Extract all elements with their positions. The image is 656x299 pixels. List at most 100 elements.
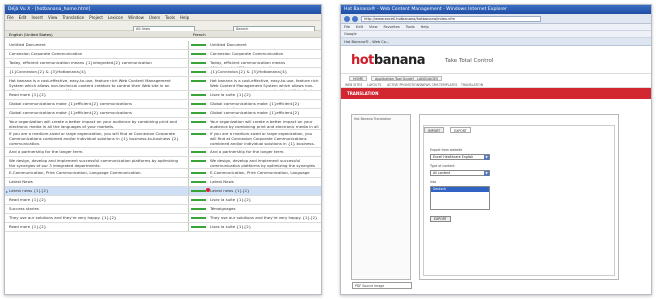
table-row[interactable]: Today, efficient communication means {1}… (5, 59, 321, 68)
table-row[interactable]: Read more {1}{2} Lisez la suite {1}{2} (5, 223, 321, 232)
menu-item[interactable]: File (344, 25, 350, 29)
menu-item[interactable]: Translation (62, 15, 84, 20)
target-cell[interactable]: Today, efficient communication means {1}… (210, 60, 319, 67)
source-cell[interactable]: They use our solutions and they're very … (9, 215, 185, 220)
menu-item[interactable]: Tools (165, 15, 175, 20)
target-cell[interactable]: And a partnership for the longer term. (210, 149, 319, 154)
source-cell[interactable]: Your organization will create a better i… (9, 119, 185, 129)
language-option[interactable]: Deutsch (431, 187, 489, 192)
table-row[interactable]: Global communications make {1}efficient{… (5, 100, 321, 109)
link-templates[interactable]: TEMPLATES (439, 83, 457, 87)
target-cell[interactable]: Global communications make {1}efficient{… (210, 110, 319, 117)
target-cell[interactable]: Hot banana is a cost-effective, easy-to-… (210, 78, 319, 90)
menu-item[interactable]: Help (180, 15, 189, 20)
left-panel-footer[interactable]: PDF Source Image (352, 282, 412, 289)
tab-home[interactable]: HOME (349, 76, 368, 81)
target-cell[interactable]: Lisez la suite {1}{2} (210, 92, 319, 97)
menu-item[interactable]: File (7, 15, 14, 20)
menu-item[interactable]: View (48, 15, 58, 20)
source-cell[interactable]: If you are a medium-sized or large organ… (9, 131, 185, 146)
link-promotions[interactable]: ACTIVE PROMOTIONS (387, 83, 421, 87)
target-cell[interactable]: Témoignages (210, 206, 319, 211)
target-cell[interactable]: Connexion Corporate Communication (210, 51, 319, 56)
google-label[interactable]: Google (344, 32, 357, 36)
table-row[interactable]: Latest News Latest News (5, 178, 321, 187)
link-news[interactable]: NEWS CMS (421, 83, 439, 87)
table-row[interactable]: They use our solutions and they're very … (5, 214, 321, 223)
target-cell[interactable]: Untitled Document (210, 42, 319, 47)
source-cell[interactable]: Latest News (9, 179, 185, 184)
menu-item[interactable]: Window (128, 15, 144, 20)
target-cell[interactable]: Global communications make {1}efficient{… (210, 101, 319, 108)
source-cell[interactable]: Hot banana is a cost-effective, easy-to-… (9, 78, 185, 90)
link-web-sites[interactable]: WEB SITES (345, 83, 362, 87)
table-row[interactable]: Your organization will create a better i… (5, 118, 321, 130)
language-list[interactable]: Deutsch (430, 186, 490, 210)
source-cell[interactable]: Latest news {1}{2} (9, 188, 185, 193)
source-cell[interactable]: Global communications make {1}efficient{… (9, 101, 185, 106)
url-input[interactable]: http://www.excell.hotbanana/hotbanana/in… (361, 16, 541, 22)
source-cell[interactable]: Untitled Document (9, 42, 185, 47)
link-layouts[interactable]: LAYOUTS (367, 83, 381, 87)
source-cell[interactable]: E-Communication, Print Communication, La… (9, 170, 185, 175)
menu-item[interactable]: Tools (406, 25, 415, 29)
menu-item[interactable]: Insert (31, 15, 42, 20)
table-row[interactable]: And a partnership for the longer term. An… (5, 148, 321, 157)
target-cell[interactable]: {1}Connexion{2} & {3}Hotbanana{4} (210, 69, 319, 74)
table-row[interactable]: E-Communication, Print Communication, La… (5, 169, 321, 178)
table-row[interactable]: We design, develop and implement success… (5, 157, 321, 169)
target-cell[interactable]: Lisez la suite {1}{2} (210, 224, 319, 229)
source-cell[interactable]: Read more {1}{2} (9, 224, 185, 229)
source-cell[interactable]: Read more {1}{2} (9, 197, 185, 202)
tab-languages[interactable]: LANGUAGES (413, 76, 443, 81)
back-icon[interactable] (344, 16, 350, 22)
source-column-header: English (United States) (9, 32, 53, 37)
menu-item[interactable]: View (369, 25, 378, 29)
target-cell[interactable]: Latest news {1}{2} (210, 188, 319, 193)
column-header: English (United States) French (5, 31, 321, 38)
menu-item[interactable]: Lexicon (108, 15, 123, 20)
menu-item[interactable]: Help (421, 25, 429, 29)
source-cell[interactable]: {1}Connexion{2} & {3}Hotbanana{4} (9, 69, 185, 74)
target-cell[interactable]: E-Communication, Print Communication, La… (210, 170, 319, 177)
target-cell[interactable]: Your organization will create a better i… (210, 119, 319, 129)
target-cell[interactable]: Lisez la suite {1}{2} (210, 197, 319, 202)
table-row[interactable]: {1}Connexion{2} & {3}Hotbanana{4} {1}Conn… (5, 68, 321, 77)
source-cell[interactable]: And a partnership for the longer term. (9, 149, 185, 154)
target-column-header: French (193, 32, 206, 37)
table-row[interactable]: Hot banana is a cost-effective, easy-to-… (5, 77, 321, 91)
source-cell[interactable]: Connexion Corporate Communication (9, 51, 185, 56)
target-cell[interactable]: If you are a medium-sized or large organ… (210, 131, 319, 147)
forward-icon[interactable] (352, 16, 358, 22)
table-row[interactable]: Untitled Document Untitled Document (5, 41, 321, 50)
target-cell[interactable]: We design, develop and implement success… (210, 158, 319, 168)
table-row[interactable]: ▸ Latest news {1}{2} Latest news {1}{2} (5, 187, 321, 196)
table-row[interactable]: Read more {1}{2} Lisez la suite {1}{2} (5, 91, 321, 100)
table-row[interactable]: If you are a medium-sized or large organ… (5, 130, 321, 148)
type-select[interactable]: All content ▼ (430, 170, 490, 176)
source-cell[interactable]: Today, efficient communication means {1}… (9, 60, 185, 65)
column-divider (188, 223, 189, 231)
menu-item[interactable]: Favorites (384, 25, 400, 29)
link-translation[interactable]: TRANSLATION (461, 83, 483, 87)
table-row[interactable]: Global communications make {1}efficient{… (5, 109, 321, 118)
source-cell[interactable]: Read more {1}{2} (9, 92, 185, 97)
menu-item[interactable]: Users (149, 15, 160, 20)
table-row[interactable]: Success stories Témoignages (5, 205, 321, 214)
source-cell[interactable]: Global communications make {1}efficient{… (9, 110, 185, 115)
table-row[interactable]: Read more {1}{2} Lisez la suite {1}{2} (5, 196, 321, 205)
target-cell[interactable]: Latest News (210, 179, 319, 184)
export-button[interactable]: EXPORT (430, 216, 451, 222)
target-cell[interactable]: They use our solutions and they're very … (210, 215, 319, 220)
menu-item[interactable]: Edit (19, 15, 27, 20)
tab-app-guide[interactable]: Application Tool Guide (371, 76, 417, 81)
menu-item[interactable]: Project (89, 15, 103, 20)
screenshot-stage: { "left_window": { "title": "Déjà Vu X -… (0, 0, 656, 299)
table-row[interactable]: Connexion Corporate Communication Connexi… (5, 50, 321, 59)
status-bar (191, 44, 206, 46)
browser-tab[interactable]: Hot Banana® - Web Co... (344, 40, 389, 44)
source-cell[interactable]: Success stories (9, 206, 185, 211)
source-cell[interactable]: We design, develop and implement success… (9, 158, 185, 168)
export-from-select[interactable]: Excell Healthcare English ▼ (430, 154, 490, 160)
menu-item[interactable]: Edit (356, 25, 363, 29)
